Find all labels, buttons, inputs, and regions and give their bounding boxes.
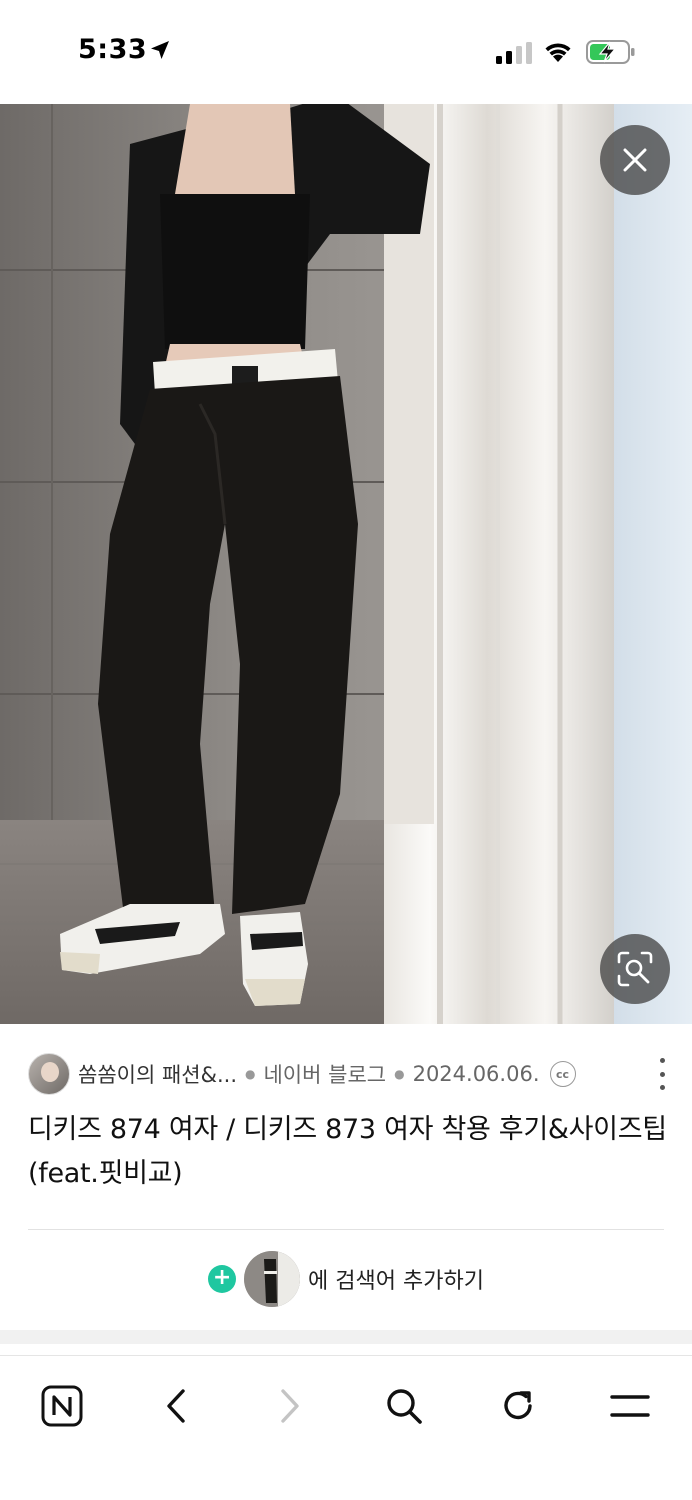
search-image-thumbnail <box>244 1251 301 1307</box>
close-button[interactable] <box>600 125 670 195</box>
location-arrow-icon <box>151 41 169 59</box>
battery-charging-icon <box>586 40 635 64</box>
separator-dot: ● <box>245 1067 256 1081</box>
search-icon <box>387 1389 422 1424</box>
close-icon <box>623 148 647 172</box>
back-button[interactable] <box>146 1376 206 1436</box>
source-name: 네이버 블로그 <box>263 1063 387 1087</box>
more-dot <box>659 1058 665 1063</box>
photo-illustration <box>0 104 692 1024</box>
add-search-term-label: 에 검색어 추가하기 <box>308 1269 484 1294</box>
post-date: 2024.06.06. <box>412 1062 540 1086</box>
blog-avatar[interactable] <box>28 1053 70 1095</box>
image-search-button[interactable] <box>600 934 670 1004</box>
blog-name[interactable]: 쏨쏨이의 패션&... <box>78 1059 237 1089</box>
chevron-left-icon <box>167 1389 185 1423</box>
wifi-icon <box>545 43 571 62</box>
cellular-signal-icon <box>496 42 532 64</box>
search-button[interactable] <box>374 1376 434 1436</box>
chevron-right-icon <box>281 1389 299 1423</box>
reload-button[interactable] <box>488 1376 548 1436</box>
more-options-button[interactable] <box>650 1058 674 1090</box>
menu-button[interactable] <box>600 1376 660 1436</box>
cc-license-icon: cc <box>549 1061 576 1087</box>
image-search-icon <box>617 951 653 987</box>
thumbnail-image <box>244 1251 301 1307</box>
plus-icon: + <box>208 1265 237 1293</box>
more-dot <box>659 1071 665 1077</box>
status-time: 5:33 <box>78 34 148 65</box>
forward-button[interactable] <box>260 1376 320 1436</box>
post-title-link[interactable]: 디키즈 874 여자 / 디키즈 873 여자 착용 후기&사이즈팁 (feat… <box>28 1108 668 1196</box>
status-bar: 5:33 <box>0 0 692 104</box>
more-dot <box>659 1085 665 1090</box>
reload-icon <box>504 1391 532 1420</box>
naver-home-button[interactable] <box>32 1376 92 1436</box>
hamburger-menu-icon <box>610 1395 650 1417</box>
add-search-term-button[interactable]: + 에 검색어 추가하기 <box>0 1250 692 1308</box>
section-separator <box>0 1330 692 1344</box>
result-meta-row: 쏨쏨이의 패션&... ● 네이버 블로그 ● 2024.06.06. cc <box>28 1048 668 1100</box>
result-photo[interactable] <box>0 104 692 1024</box>
naver-n-icon <box>41 1385 83 1427</box>
divider <box>28 1229 664 1230</box>
bottom-navigation-bar <box>0 1355 692 1500</box>
separator-dot: ● <box>394 1067 405 1081</box>
